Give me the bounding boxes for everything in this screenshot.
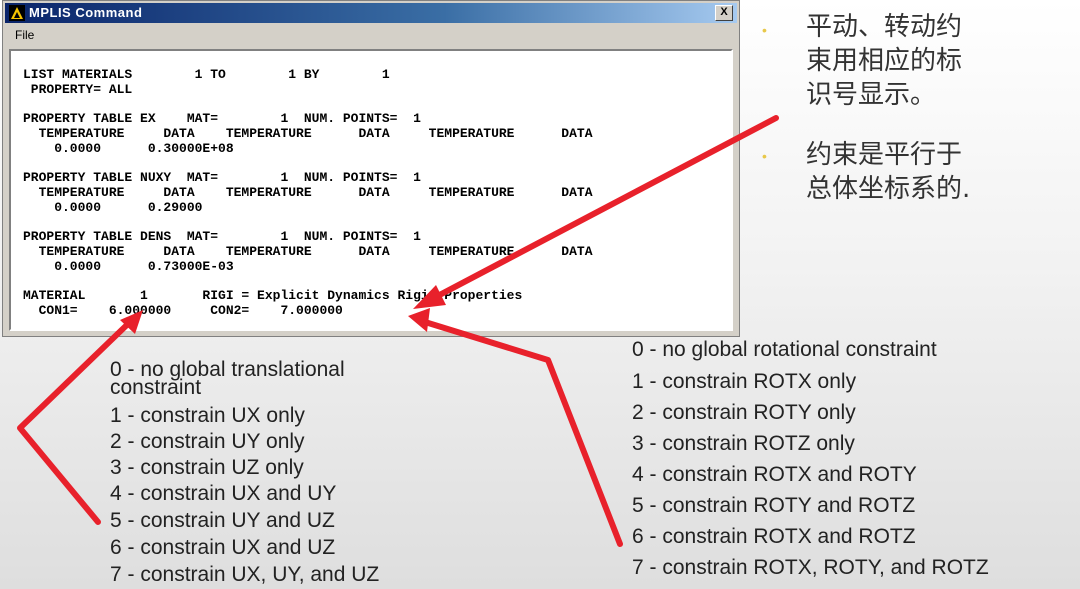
arrowhead-icon [408, 308, 430, 332]
arrow-to-con2 [422, 319, 623, 547]
arrow-to-con1 [17, 317, 135, 525]
annotation-arrows [17, 115, 779, 547]
arrow-to-rigi [427, 115, 779, 303]
arrowhead-icon [413, 285, 446, 309]
